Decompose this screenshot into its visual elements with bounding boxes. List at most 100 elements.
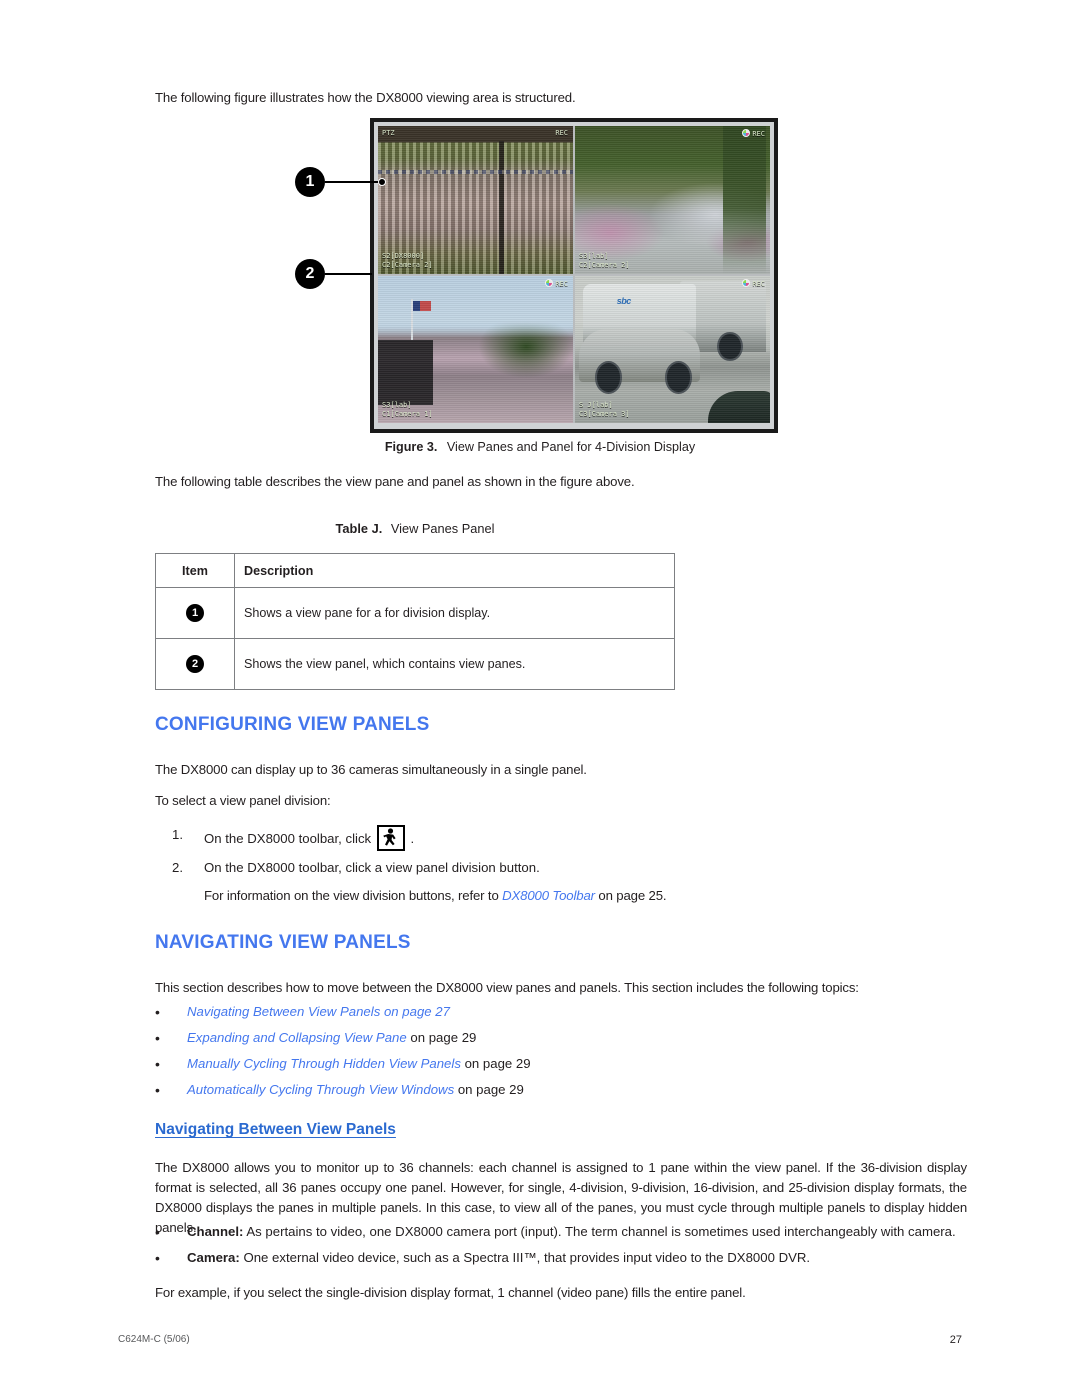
osd-site-label-1: S2[DX8000] [382, 251, 425, 260]
rec-indicator-icon [742, 278, 751, 287]
heading-configuring-view-panels: CONFIGURING VIEW PANELS [155, 714, 430, 735]
definition-item-camera: • Camera: One external video device, suc… [155, 1248, 985, 1268]
figure-caption: Figure 3. View Panes and Panel for 4-Div… [0, 440, 1080, 454]
navigating-paragraph: This section describes how to move betwe… [155, 980, 859, 995]
intro-paragraph-1: The following figure illustrates how the… [155, 90, 576, 105]
definition-camera-text: Camera: One external video device, such … [187, 1248, 985, 1268]
osd-site-label-4: S J[lab] [579, 401, 613, 409]
table-row: 2 Shows the view panel, which contains v… [155, 638, 675, 690]
step-2: 2. On the DX8000 toolbar, click a view p… [172, 858, 872, 878]
link-dx8000-toolbar[interactable]: DX8000 Toolbar [502, 888, 595, 903]
topic-item-4: • Automatically Cycling Through View Win… [155, 1080, 935, 1100]
view-pane-2[interactable]: REC S3[lab] C2[Camera 2] [575, 126, 770, 274]
table-caption-label: Table J. [335, 521, 383, 536]
osd-rec-text-2: REC [752, 130, 765, 138]
step-1-number: 1. [172, 827, 183, 842]
table-header-row: Item Description [155, 553, 675, 588]
bullet-dot-icon: • [155, 1056, 160, 1072]
document-page: The following figure illustrates how the… [0, 0, 1080, 1397]
link-expanding-collapsing-view-pane[interactable]: Expanding and Collapsing View Pane [187, 1030, 407, 1045]
osd-rec-label-2: REC [742, 129, 765, 139]
table-cell-description-2: Shows the view panel, which contains vie… [234, 638, 675, 690]
navigating-closing-paragraph: For example, if you select the single-di… [155, 1285, 746, 1300]
view-pane-3[interactable]: REC S3[lab] C1[Camera 1] [378, 275, 573, 423]
callout-1: 1 [295, 167, 325, 197]
footer-page-number: 27 [949, 1334, 962, 1346]
row-number-badge-2: 2 [186, 655, 204, 673]
definition-channel-term: Channel: [187, 1224, 244, 1239]
step-1-text-after: . [410, 831, 415, 846]
view-pane-1[interactable]: PTZ REC S2[DX8000] C2[Camera 2] [378, 126, 573, 274]
view-panel-grid: PTZ REC S2[DX8000] C2[Camera 2] REC S3[l… [378, 126, 770, 423]
topic-3-text: Manually Cycling Through Hidden View Pan… [187, 1054, 935, 1074]
link-automatically-cycling-view-windows[interactable]: Automatically Cycling Through View Windo… [187, 1082, 454, 1097]
topic-3-suffix: on page 29 [460, 1056, 531, 1071]
walking-person-icon[interactable] [376, 825, 405, 851]
flag [413, 300, 431, 311]
vehicle-logo: sbc [616, 296, 632, 307]
osd-rec-text-4: REC [752, 279, 765, 288]
view-panel-frame: PTZ REC S2[DX8000] C2[Camera 2] REC S3[l… [370, 118, 778, 433]
osd-rec-label-3: REC [545, 278, 568, 289]
table-cell-item-2: 2 [155, 638, 235, 690]
definition-channel-text: Channel: As pertains to video, one DX800… [187, 1222, 985, 1242]
callout-2-leader [325, 273, 372, 275]
configuring-lead-in: To select a view panel division: [155, 793, 331, 808]
osd-ptz-label: PTZ [382, 129, 395, 137]
osd-rec-text-3: REC [555, 279, 568, 288]
definition-channel-body: As pertains to video, one DX8000 camera … [243, 1224, 956, 1239]
building-shape [378, 340, 433, 406]
subheading-navigating-between-view-panels: Navigating Between View Panels [155, 1121, 396, 1138]
osd-site-label-2: S3[lab] [579, 251, 609, 260]
bullet-dot-icon: • [155, 1224, 160, 1240]
topic-4-suffix: on page 29 [454, 1082, 524, 1097]
definition-item-channel: • Channel: As pertains to video, one DX8… [155, 1222, 985, 1242]
osd-site-label-3: S3[lab] [382, 401, 412, 409]
definition-camera-body: One external video device, such as a Spe… [239, 1250, 811, 1265]
bullet-dot-icon: • [155, 1250, 160, 1266]
view-pane-4[interactable]: sbc REC S J[lab] C3[Camera 3] [575, 275, 770, 423]
topic-4-text: Automatically Cycling Through View Windo… [187, 1080, 935, 1100]
table-cell-description-1: Shows a view pane for a for division dis… [234, 587, 675, 639]
topic-1-text: Navigating Between View Panels on page 2… [187, 1002, 935, 1022]
dark-car-shape [707, 390, 770, 423]
rec-indicator-icon [742, 129, 751, 137]
osd-camera-label-3: C1[Camera 1] [382, 410, 433, 418]
link-navigating-between-view-panels[interactable]: Navigating Between View Panels on page 2… [187, 1004, 450, 1019]
step-2-text: On the DX8000 toolbar, click a view pane… [204, 860, 540, 875]
footer-document-code: C624M-C (5/06) [118, 1334, 190, 1345]
step-1-text: On the DX8000 toolbar, click . [204, 825, 872, 851]
wheel-truck [717, 331, 743, 362]
bullet-dot-icon: • [155, 1030, 160, 1046]
link-manually-cycling-hidden-view-panels[interactable]: Manually Cycling Through Hidden View Pan… [187, 1056, 461, 1071]
step-note-before: For information on the view division but… [204, 888, 503, 903]
topic-item-3: • Manually Cycling Through Hidden View P… [155, 1054, 935, 1074]
table-caption-text: View Panes Panel [390, 521, 495, 536]
topic-item-2: • Expanding and Collapsing View Pane on … [155, 1028, 935, 1048]
wheel-front [594, 361, 622, 394]
figure-caption-text: View Panes and Panel for 4-Division Disp… [446, 440, 696, 454]
rec-indicator-icon [545, 278, 554, 287]
osd-rec-label-1: REC [555, 129, 568, 137]
topic-2-text: Expanding and Collapsing View Pane on pa… [187, 1028, 935, 1048]
view-panes-panel-table: Item Description 1 Shows a view pane for… [155, 553, 675, 690]
bullet-dot-icon: • [155, 1082, 160, 1098]
table-caption: Table J. View Panes Panel [155, 521, 675, 536]
intro-paragraph-2: The following table describes the view p… [155, 474, 635, 489]
osd-camera-label-2: C2[Camera 2] [579, 260, 630, 269]
topic-item-1: • Navigating Between View Panels on page… [155, 1002, 935, 1022]
table-header-description: Description [234, 553, 675, 588]
step-1-text-before: On the DX8000 toolbar, click [204, 831, 372, 846]
row-number-badge-1: 1 [186, 604, 204, 622]
callout-1-leader [325, 181, 382, 183]
osd-camera-label-4: C3[Camera 3] [579, 410, 630, 418]
callout-1-endpoint [378, 178, 386, 186]
wheel-rear [664, 361, 692, 394]
step-2-number: 2. [172, 860, 183, 875]
fence-post [498, 140, 504, 274]
definition-camera-term: Camera: [187, 1250, 240, 1265]
osd-camera-label-1: C2[Camera 2] [382, 260, 433, 269]
callout-2: 2 [295, 259, 325, 289]
table-row: 1 Shows a view pane for a for division d… [155, 587, 675, 639]
figure-3: 1 2 PTZ REC S2[DX8000] C2[Camera 2] REC … [295, 118, 778, 433]
